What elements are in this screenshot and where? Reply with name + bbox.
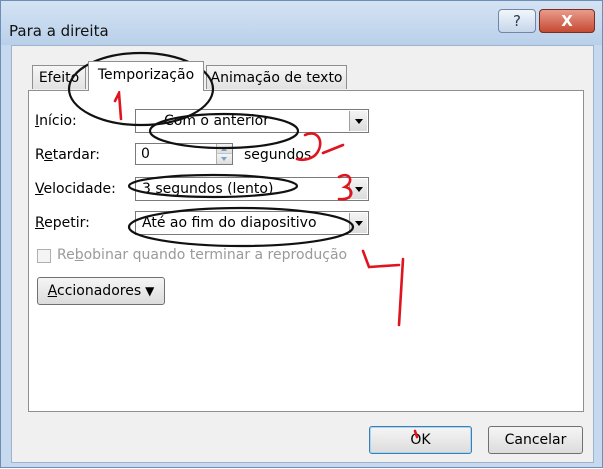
- accionadores-button[interactable]: Accionadores ▼: [37, 277, 165, 305]
- repetir-select[interactable]: Até ao fim do diapositivo: [135, 211, 369, 235]
- tab-panel-temporizacao: Início: Com o anterior Retardar: 0 segun…: [28, 90, 584, 412]
- repetir-label: Repetir:: [35, 215, 90, 231]
- chevron-down-icon[interactable]: [349, 179, 367, 199]
- tab-temporizacao[interactable]: Temporização: [88, 61, 204, 91]
- chevron-down-icon[interactable]: [349, 213, 367, 233]
- double-chevron-down-icon: ▼: [145, 284, 155, 298]
- cancel-button[interactable]: Cancelar: [488, 426, 583, 454]
- tab-efeito[interactable]: Efeito: [32, 65, 86, 89]
- help-button[interactable]: ?: [498, 9, 536, 33]
- rebobinar-checkbox[interactable]: [37, 249, 51, 263]
- retardar-value: 0: [141, 146, 150, 162]
- window-title: Para a direita: [9, 22, 109, 40]
- dialog-window: Para a direita ? X Efeito Temporização A…: [0, 0, 603, 468]
- spin-down-icon[interactable]: [216, 154, 232, 164]
- velocidade-select[interactable]: 3 segundos (lento): [135, 177, 369, 201]
- inicio-select-value: Com o anterior: [164, 113, 269, 129]
- tab-animacao-de-texto[interactable]: Animação de texto: [206, 65, 347, 89]
- retardar-spinner[interactable]: 0: [135, 143, 233, 165]
- spinner-buttons: [216, 144, 232, 164]
- inicio-select[interactable]: Com o anterior: [135, 109, 369, 133]
- ok-button[interactable]: OK: [369, 426, 472, 454]
- repetir-select-value: Até ao fim do diapositivo: [142, 215, 317, 231]
- close-button[interactable]: X: [539, 9, 595, 33]
- dialog-client-area: Efeito Temporização Animação de texto In…: [11, 45, 594, 463]
- velocidade-select-value: 3 segundos (lento): [142, 181, 274, 197]
- retardar-label: Retardar:: [35, 147, 101, 163]
- velocidade-label: Velocidade:: [35, 181, 116, 197]
- accionadores-label: Accionadores: [47, 283, 142, 299]
- rebobinar-label: Rebobinar quando terminar a reprodução: [57, 247, 348, 263]
- spin-up-icon[interactable]: [216, 144, 232, 154]
- retardar-unit: segundos: [244, 147, 312, 163]
- title-bar: Para a direita ? X: [1, 1, 602, 45]
- inicio-label: Início:: [35, 113, 77, 129]
- chevron-down-icon[interactable]: [349, 111, 367, 131]
